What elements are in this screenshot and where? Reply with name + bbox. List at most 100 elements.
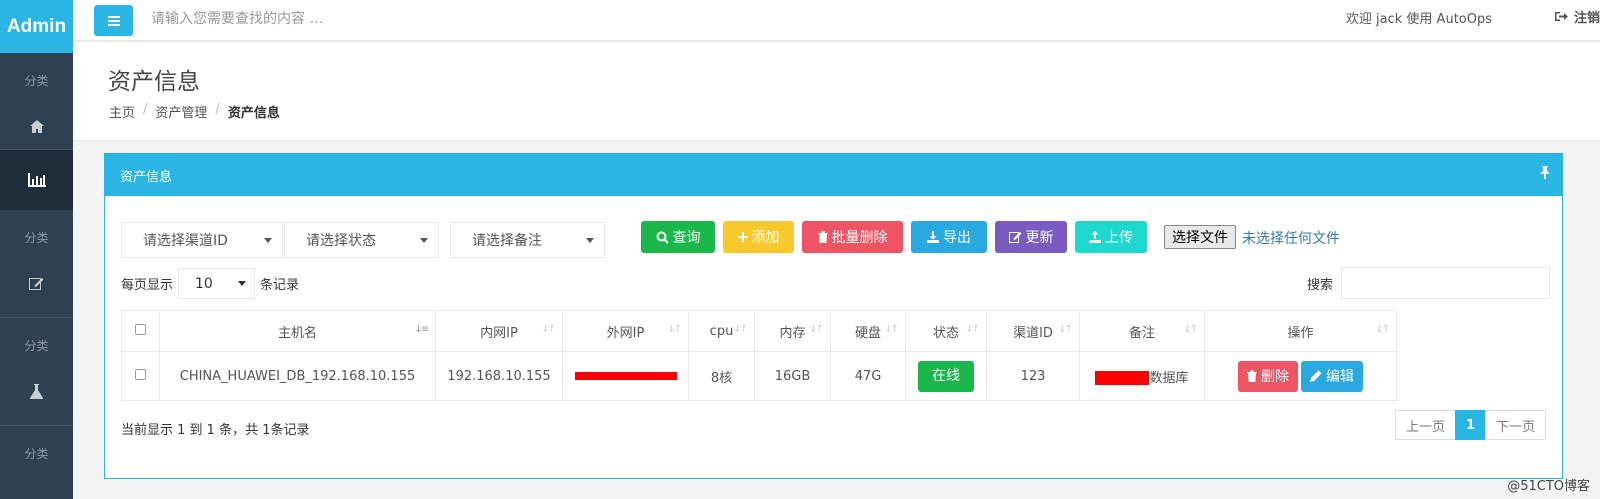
filter-group: 请选择渠道ID 请选择状态 请选择备注 [121,222,606,258]
column-header-lan-ip[interactable]: 内网IP ↓↑ [435,310,563,352]
row-delete-button[interactable]: 删除 [1238,360,1298,392]
sidebar-item-charts[interactable] [0,150,73,210]
sign-out-icon [1554,12,1568,21]
cell-memory: 16GB [754,351,831,401]
export-button[interactable]: 导出 [911,221,987,253]
sidebar-item-home[interactable] [0,101,73,151]
channel-id-select-label: 请选择渠道ID [143,233,228,249]
upload-icon [1089,231,1101,243]
pin-icon[interactable] [1540,166,1550,179]
breadcrumb-asset-management[interactable]: 资产管理 [155,102,207,121]
batch-delete-button[interactable]: 批量删除 [802,221,903,253]
trash-icon [1247,370,1257,382]
sidebar-section: 分类 [0,53,73,150]
sort-icon: ↓↑ [965,324,980,335]
upload-button[interactable]: 上传 [1075,221,1147,253]
redaction-mark [574,371,677,380]
brand-logo[interactable]: Admin [0,0,73,53]
cell-status: 在线 [905,351,987,401]
edit-icon [29,278,44,290]
pagination-next[interactable]: 下一页 [1485,410,1547,440]
status-select[interactable]: 请选择状态 [284,222,439,258]
pagination-page[interactable]: 1 [1455,410,1487,440]
watermark: @51CTO博客 [1507,479,1590,494]
page-length-control: 每页显示 10 条记录 [121,268,299,299]
sidebar-item-edit[interactable] [0,258,73,308]
page-length-select[interactable]: 10 [178,268,256,299]
sidebar-section: 分类 [0,426,73,474]
row-checkbox[interactable] [135,368,146,380]
column-header-label: cpu [709,323,734,339]
column-header-cpu[interactable]: cpu ↓↑ [688,310,755,352]
caret-down-icon [238,281,247,286]
panel-title: 资产信息 [120,169,173,185]
sidebar-category-label: 分类 [24,230,49,245]
column-header-label: 备注 [1128,325,1155,341]
row-delete-label: 删除 [1261,369,1289,385]
table-search-input[interactable] [1341,267,1550,299]
breadcrumb-home[interactable]: 主页 [109,102,135,121]
menu-toggle-button[interactable] [94,5,133,36]
channel-id-select[interactable]: 请选择渠道ID [121,222,283,258]
remark-text: 数据库 [1149,370,1189,386]
asset-panel: 资产信息 请选择渠道ID 请选择状态 请选择备注 查询 添加 批量删除 导出 更… [104,153,1563,479]
sidebar-section: 分类 [0,318,73,426]
status-badge: 在线 [918,360,974,392]
remark-select[interactable]: 请选择备注 [450,222,605,258]
per-page-prefix: 每页显示 [121,278,174,293]
column-header-status[interactable]: 状态 ↓↑ [905,310,987,352]
sort-icon: ↓↑ [884,324,899,335]
row-edit-label: 编辑 [1326,369,1354,385]
column-header-label: 状态 [932,325,959,341]
column-header-label: 硬盘 [854,325,881,341]
sort-icon: ↓↑ [667,324,682,335]
column-header-channel-id[interactable]: 渠道ID ↓↑ [986,310,1080,352]
sort-icon: ↓↑ [1375,324,1390,335]
column-header-remark[interactable]: 备注 ↓↑ [1079,310,1205,352]
hamburger-icon [107,15,120,26]
query-button[interactable]: 查询 [641,221,715,253]
batch-delete-button-label: 批量删除 [831,230,888,246]
cell-disk: 47G [830,351,906,401]
select-all-checkbox[interactable] [135,323,146,335]
add-button[interactable]: 添加 [723,221,794,253]
sort-icon: ↓↑ [1058,324,1073,335]
page-heading: 资产信息 主页 / 资产管理 / 资产信息 [73,42,1600,141]
home-icon [29,119,44,133]
sort-desc-icon: ↓≡ [414,324,429,335]
export-button-label: 导出 [943,230,971,246]
flask-icon [30,383,43,399]
bar-chart-icon [27,173,46,187]
caret-down-icon [420,237,428,243]
sort-icon: ↓↑ [809,324,824,335]
action-buttons: 查询 添加 批量删除 导出 更新 上传 [641,221,1147,253]
breadcrumb-current: 资产信息 [227,106,280,121]
top-search-input[interactable]: 请输入您需要查找的内容 … [151,6,551,30]
table-row: CHINA_HUAWEI_DB_192.168.10.155 192.168.1… [121,351,1397,401]
row-edit-button[interactable]: 编辑 [1301,360,1363,392]
panel-header: 资产信息 [105,154,1562,196]
column-header-memory[interactable]: 内存 ↓↑ [754,310,831,352]
pagination-prev[interactable]: 上一页 [1395,410,1457,440]
sidebar-item-lab[interactable] [0,366,73,416]
breadcrumb-separator: / [215,102,220,117]
column-header-disk[interactable]: 硬盘 ↓↑ [830,310,906,352]
column-header-wan-ip[interactable]: 外网IP ↓↑ [562,310,689,352]
cell-remark: 数据库 [1079,351,1205,401]
column-header-label: 内网IP [480,325,518,341]
pencil-icon [1310,370,1322,382]
breadcrumb-separator: / [143,102,148,117]
update-button[interactable]: 更新 [995,221,1067,253]
update-button-label: 更新 [1025,230,1054,246]
download-icon [927,231,939,243]
logout-link[interactable]: 注销 [1554,7,1600,26]
cell-channel-id: 123 [986,351,1080,401]
per-page-suffix: 条记录 [260,278,300,293]
sidebar: Admin 分类 分类 分类 分类 [0,0,73,499]
page-title: 资产信息 [108,69,200,95]
column-header-hostname[interactable]: 主机名 ↓≡ [159,310,436,352]
search-label: 搜索 [1307,278,1334,293]
pagination: 上一页 1 下一页 [1395,410,1547,440]
column-header-operations[interactable]: 操作 ↓↑ [1204,310,1397,352]
choose-file-button[interactable]: 选择文件 [1164,225,1236,249]
